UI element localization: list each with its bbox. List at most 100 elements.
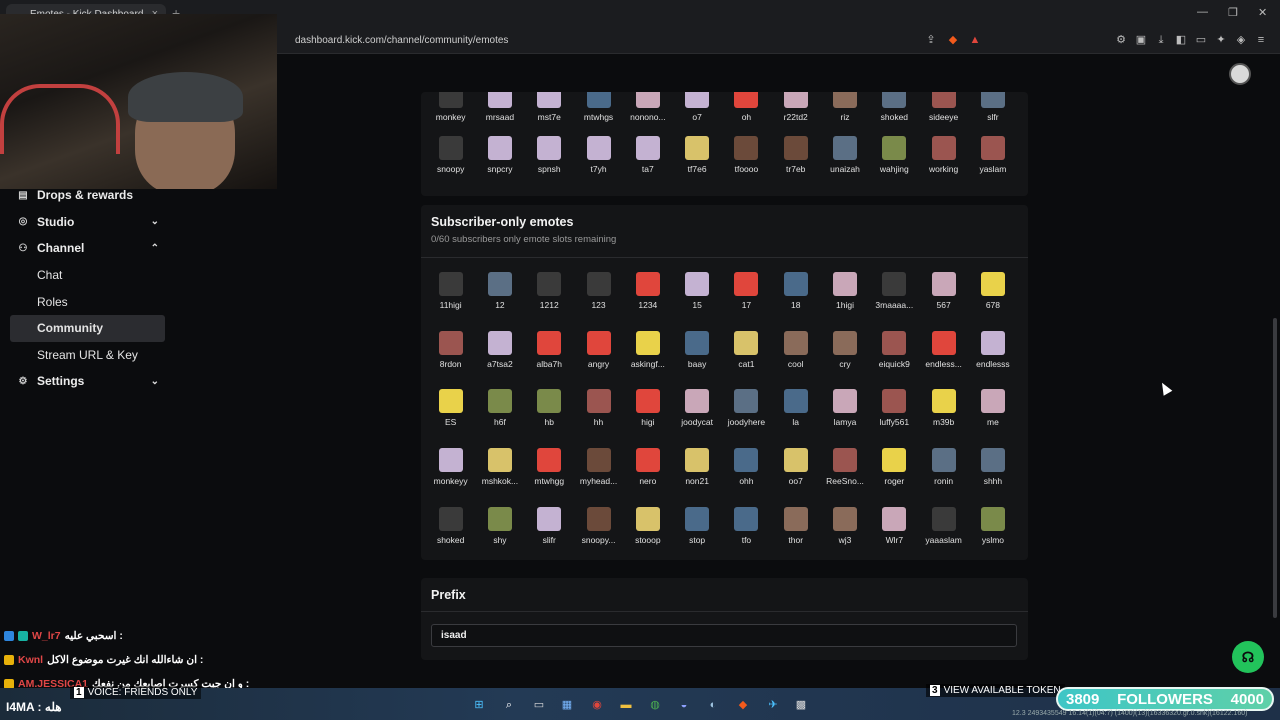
emote-item[interactable]: hb: [525, 389, 574, 448]
emote-item[interactable]: snpcry: [475, 136, 524, 174]
emote-item[interactable]: non21: [672, 448, 721, 507]
emote-item[interactable]: slifr: [525, 506, 574, 566]
menu-icon[interactable]: ≡: [1254, 33, 1268, 47]
emote-item[interactable]: 1234: [623, 272, 672, 331]
sidebar-toggle-icon[interactable]: ◧: [1174, 33, 1188, 47]
vpn-icon[interactable]: ◈: [1234, 33, 1248, 47]
emote-item[interactable]: yslmo: [968, 506, 1017, 566]
emote-item[interactable]: stooop: [623, 506, 672, 566]
emote-item[interactable]: luffy561: [870, 389, 919, 448]
prefix-input[interactable]: [431, 624, 1017, 647]
extensions-icon[interactable]: ⚙: [1114, 33, 1128, 47]
discord-icon[interactable]: ◒: [675, 696, 693, 714]
emote-item[interactable]: angry: [574, 330, 623, 390]
emote-item[interactable]: mrsaad: [475, 92, 524, 122]
emote-item[interactable]: ronin: [919, 448, 968, 507]
sidebar-item-drops[interactable]: ▤ Drops & rewards: [0, 182, 175, 209]
emote-item[interactable]: mtwhgs: [574, 92, 623, 122]
download-icon[interactable]: ⤓: [1154, 33, 1168, 47]
emote-item[interactable]: myhead...: [574, 448, 623, 507]
emote-item[interactable]: Wlr7: [870, 506, 919, 566]
brave-icon[interactable]: ◆: [734, 696, 752, 714]
emote-item[interactable]: mtwhgg: [525, 448, 574, 507]
emote-item[interactable]: 3maaaa...: [870, 272, 919, 331]
page-scrollbar[interactable]: [1273, 318, 1277, 618]
emote-item[interactable]: working: [919, 136, 968, 174]
emote-item[interactable]: tf7e6: [672, 136, 721, 174]
emote-item[interactable]: la: [771, 389, 820, 448]
emote-item[interactable]: slfr: [968, 92, 1017, 122]
wallet-icon[interactable]: ▭: [1194, 33, 1208, 47]
emote-item[interactable]: nonono...: [623, 92, 672, 122]
sidebar-item-chat[interactable]: Chat: [0, 262, 175, 289]
emote-item[interactable]: ES: [426, 389, 475, 448]
maximize-button[interactable]: ❐: [1228, 6, 1238, 19]
app-icon[interactable]: ✈: [764, 696, 782, 714]
emote-item[interactable]: ohh: [722, 448, 771, 507]
brave-rewards-icon[interactable]: ▲: [968, 33, 982, 47]
emote-item[interactable]: yaslam: [968, 136, 1017, 174]
sidebar-item-settings[interactable]: ⚙ Settings ⌄: [0, 368, 175, 395]
avatar[interactable]: [1229, 63, 1251, 85]
emote-item[interactable]: 1higi: [820, 272, 869, 331]
emote-item[interactable]: tfoooo: [722, 136, 771, 174]
sidebar-item-roles[interactable]: Roles: [0, 288, 175, 315]
emote-item[interactable]: mst7e: [525, 92, 574, 122]
emote-item[interactable]: oh: [722, 92, 771, 122]
emote-item[interactable]: shoked: [426, 506, 475, 566]
emote-item[interactable]: cat1: [722, 330, 771, 390]
emote-item[interactable]: 17: [722, 272, 771, 331]
emote-item[interactable]: lamya: [820, 389, 869, 448]
emote-item[interactable]: 678: [968, 272, 1017, 331]
emote-item[interactable]: t7yh: [574, 136, 623, 174]
help-button[interactable]: ☊: [1232, 641, 1264, 673]
emote-item[interactable]: me: [968, 389, 1017, 448]
close-window-button[interactable]: ✕: [1258, 6, 1267, 19]
emote-item[interactable]: snoopy: [426, 136, 475, 174]
app-icon[interactable]: ◉: [588, 696, 606, 714]
emote-item[interactable]: alba7h: [525, 330, 574, 390]
emote-item[interactable]: higi: [623, 389, 672, 448]
emote-item[interactable]: spnsh: [525, 136, 574, 174]
emote-item[interactable]: h6f: [475, 389, 524, 448]
emote-item[interactable]: sideeye: [919, 92, 968, 122]
emote-item[interactable]: 1212: [525, 272, 574, 331]
emote-item[interactable]: nero: [623, 448, 672, 507]
emote-item[interactable]: yaaaslam: [919, 506, 968, 566]
emote-item[interactable]: 567: [919, 272, 968, 331]
windows-start-icon[interactable]: ⊞: [470, 696, 488, 714]
emote-item[interactable]: baay: [672, 330, 721, 390]
emote-item[interactable]: endlesss: [968, 330, 1017, 390]
emote-item[interactable]: 18: [771, 272, 820, 331]
emote-item[interactable]: snoopy...: [574, 506, 623, 566]
leo-icon[interactable]: ✦: [1214, 33, 1228, 47]
brave-shield-icon[interactable]: ◆: [946, 33, 960, 47]
sidebar-item-stream-url[interactable]: Stream URL & Key: [0, 342, 175, 369]
game-icon[interactable]: ▩: [792, 696, 810, 714]
emote-item[interactable]: wj3: [820, 506, 869, 566]
minimize-button[interactable]: —: [1197, 6, 1208, 18]
emote-item[interactable]: cool: [771, 330, 820, 390]
emote-item[interactable]: 8rdon: [426, 330, 475, 390]
emote-item[interactable]: 123: [574, 272, 623, 331]
folder-icon[interactable]: ▬: [617, 696, 635, 714]
emote-item[interactable]: 11higi: [426, 272, 475, 331]
emote-item[interactable]: thor: [771, 506, 820, 566]
emote-item[interactable]: wahjing: [870, 136, 919, 174]
share-icon[interactable]: ⇪: [924, 33, 938, 47]
emote-item[interactable]: joodyhere: [722, 389, 771, 448]
emote-item[interactable]: shy: [475, 506, 524, 566]
task-view-icon[interactable]: ▭: [530, 696, 548, 714]
emote-item[interactable]: 15: [672, 272, 721, 331]
emote-item[interactable]: unaizah: [820, 136, 869, 174]
emote-item[interactable]: ReeSno...: [820, 448, 869, 507]
emote-item[interactable]: m39b: [919, 389, 968, 448]
steam-icon[interactable]: ◐: [704, 696, 722, 714]
emote-item[interactable]: hh: [574, 389, 623, 448]
emote-item[interactable]: monkey: [426, 92, 475, 122]
emote-item[interactable]: monkeyy: [426, 448, 475, 507]
search-icon[interactable]: ⌕: [500, 696, 518, 714]
sidebar-item-channel[interactable]: ⚇ Channel ⌃: [0, 235, 175, 262]
chrome-icon[interactable]: ◍: [646, 696, 664, 714]
emote-item[interactable]: shoked: [870, 92, 919, 122]
